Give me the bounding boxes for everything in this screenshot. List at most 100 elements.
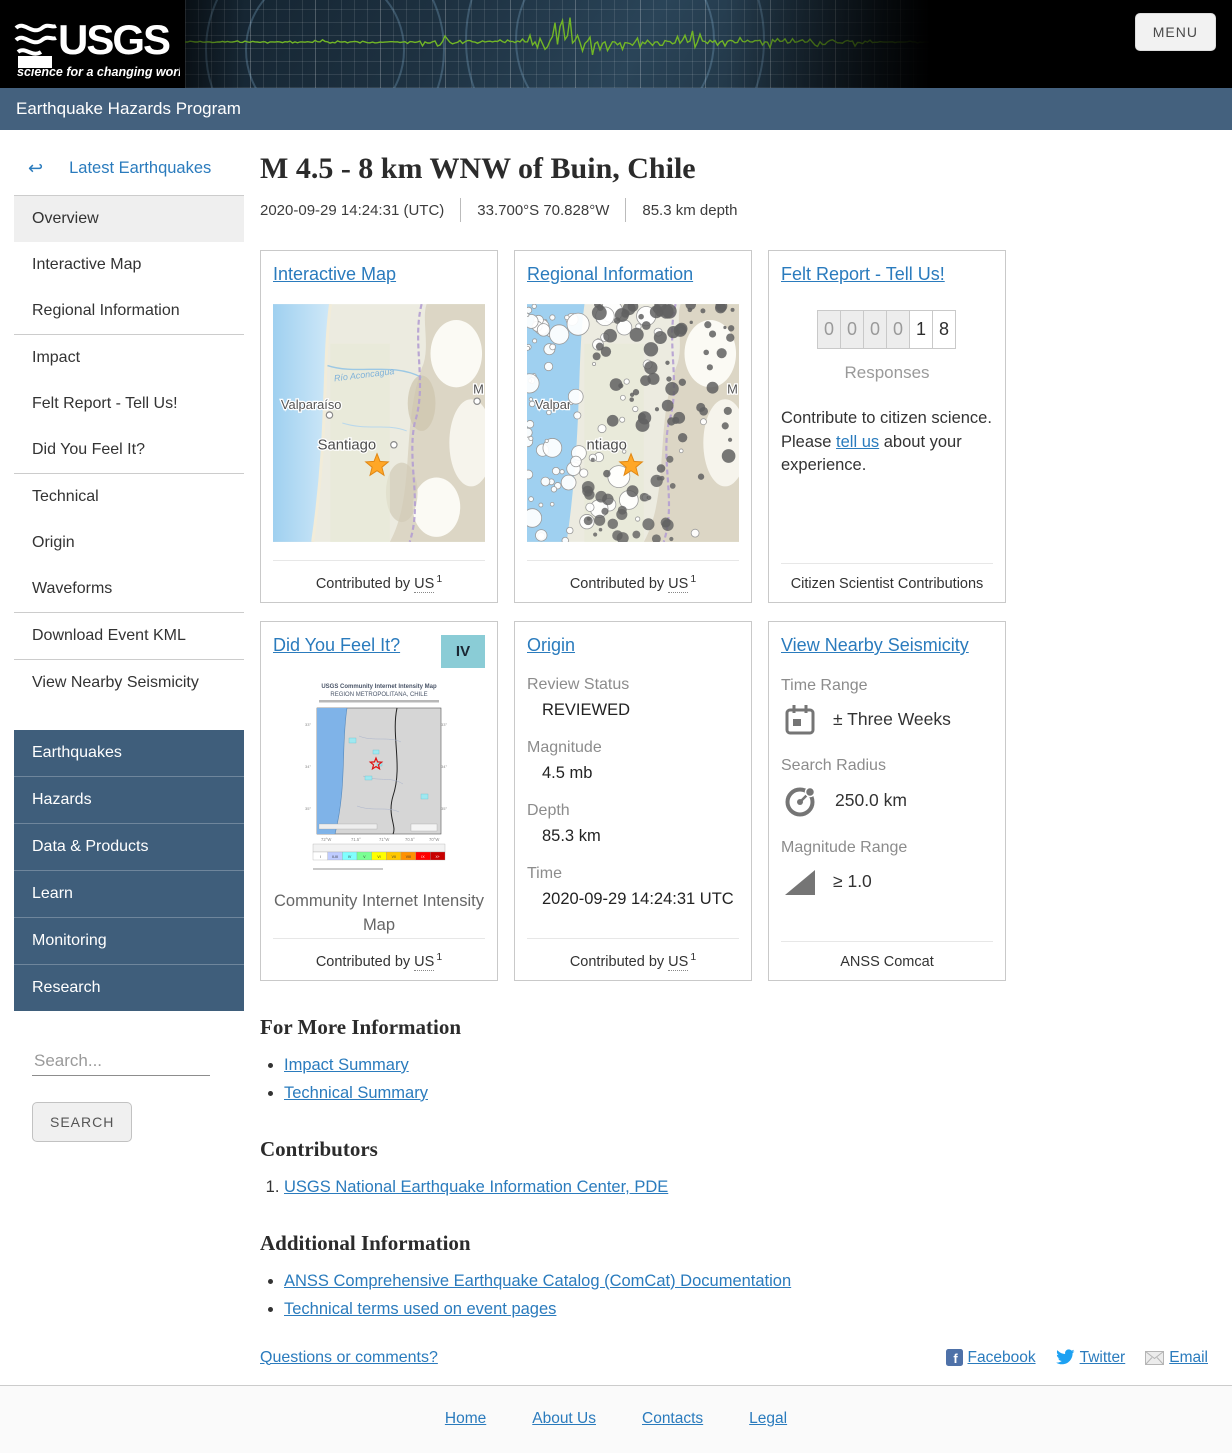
counter-digit: 0 [863, 309, 887, 349]
map-label-valparaiso: Valparaíso [281, 397, 342, 412]
card-interactive-map: Interactive Map Río Aconcagua Valparaíso… [260, 250, 498, 603]
did-you-feel-it-link[interactable]: Did You Feel It? [273, 635, 400, 655]
dyfi-map-thumbnail[interactable]: USGS Community Internet Intensity Map RE… [273, 676, 485, 876]
sitenav-learn[interactable]: Learn [14, 871, 244, 918]
view-nearby-seismicity-link[interactable]: View Nearby Seismicity [781, 635, 969, 655]
tell-us-link[interactable]: tell us [836, 433, 879, 451]
sitenav-data-products[interactable]: Data & Products [14, 824, 244, 871]
review-status-label: Review Status [527, 675, 630, 693]
map-label-santiago: Santiago [318, 437, 377, 453]
card-origin: Origin Review Status REVIEWED Magnitude … [514, 621, 752, 981]
footer-about-link[interactable]: About Us [532, 1410, 596, 1428]
technical-summary-link[interactable]: Technical Summary [284, 1084, 428, 1102]
source-abbr[interactable]: US [414, 576, 435, 593]
impact-summary-link[interactable]: Impact Summary [284, 1056, 409, 1074]
sidebar-item-overview[interactable]: Overview [14, 196, 244, 242]
svg-text:33°: 33° [305, 722, 311, 727]
card-regional-information: Regional Information Valpar ntiago M Con… [514, 250, 752, 603]
usgs-logo-tagline: science for a changing world [17, 65, 180, 79]
sitenav-monitoring[interactable]: Monitoring [14, 918, 244, 965]
twitter-icon[interactable] [1055, 1349, 1075, 1366]
dyfi-thumb-subtitle: REGION METROPOLITANA, CHILE [330, 692, 427, 698]
magnitude-range-label: Magnitude Range [781, 838, 908, 856]
main-content: M 4.5 - 8 km WNW of Buin, Chile 2020-09-… [260, 152, 1208, 1367]
site-nav: Earthquakes Hazards Data & Products Lear… [14, 730, 244, 1011]
list-item: Impact Summary [284, 1056, 1208, 1075]
sidebar-item-felt-report[interactable]: Felt Report - Tell Us! [14, 381, 244, 427]
back-arrow-icon: ↩ [28, 158, 44, 178]
dyfi-thumb-title: USGS Community Internet Intensity Map [321, 684, 437, 690]
seismogram-image [185, 0, 935, 88]
interactive-map-thumbnail[interactable]: Río Aconcagua Valparaíso Santiago M [273, 303, 485, 542]
comcat-documentation-link[interactable]: ANSS Comprehensive Earthquake Catalog (C… [284, 1272, 791, 1290]
svg-text:33°: 33° [441, 722, 447, 727]
time-label: Time [527, 864, 562, 882]
sidebar-item-view-nearby-seismicity[interactable]: View Nearby Seismicity [14, 660, 244, 706]
sitenav-hazards[interactable]: Hazards [14, 777, 244, 824]
origin-link[interactable]: Origin [527, 635, 575, 655]
sidebar-item-did-you-feel-it[interactable]: Did You Feel It? [14, 427, 244, 473]
svg-text:35°: 35° [441, 806, 447, 811]
sidebar-item-technical[interactable]: Technical [14, 474, 244, 520]
list-item: USGS National Earthquake Information Cen… [284, 1178, 1208, 1197]
twitter-link[interactable]: Twitter [1080, 1349, 1126, 1367]
source-abbr[interactable]: US [414, 953, 435, 971]
footer-home-link[interactable]: Home [445, 1410, 486, 1428]
felt-report-link[interactable]: Felt Report - Tell Us! [781, 264, 945, 284]
technical-terms-link[interactable]: Technical terms used on event pages [284, 1300, 556, 1318]
time-range-value: ± Three Weeks [833, 709, 951, 730]
svg-text:II-III: II-III [332, 855, 338, 859]
regional-information-link[interactable]: Regional Information [527, 264, 693, 284]
footer-contacts-link[interactable]: Contacts [642, 1410, 703, 1428]
magnitude-value: 4.5 mb [542, 763, 593, 782]
footer-legal-link[interactable]: Legal [749, 1410, 787, 1428]
seismogram-fade [185, 0, 935, 88]
event-depth: 85.3 km depth [642, 201, 738, 219]
source-abbr[interactable]: US [668, 953, 689, 971]
email-link[interactable]: Email [1169, 1349, 1208, 1367]
svg-text:34°: 34° [441, 764, 447, 769]
counter-digit: 0 [886, 309, 910, 349]
search-input[interactable] [32, 1047, 210, 1076]
facebook-icon[interactable]: f [945, 1349, 963, 1367]
menu-button[interactable]: MENU [1134, 13, 1216, 51]
map-label-truncated-city: M [473, 381, 484, 396]
regional-map-thumbnail[interactable]: Valpar ntiago M [527, 303, 739, 542]
usgs-logo[interactable]: USGS science for a changing world [12, 6, 180, 82]
email-icon[interactable] [1145, 1350, 1165, 1365]
event-coordinates: 33.700°S 70.828°W [477, 201, 610, 219]
card-footer: Contributed by US 1 [273, 937, 485, 971]
contributors-heading: Contributors [260, 1136, 378, 1161]
sitenav-research[interactable]: Research [14, 965, 244, 1011]
sidebar-item-regional-information[interactable]: Regional Information [14, 288, 244, 334]
latest-earthquakes-link[interactable]: Latest Earthquakes [69, 159, 211, 178]
back-to-latest-earthquakes[interactable]: ↩ Latest Earthquakes [14, 152, 244, 195]
card-footer: ANSS Comcat [781, 940, 993, 970]
interactive-map-link[interactable]: Interactive Map [273, 264, 396, 284]
program-banner[interactable]: Earthquake Hazards Program [0, 88, 1232, 130]
svg-text:X+: X+ [436, 855, 440, 859]
additional-info-heading: Additional Information [260, 1230, 471, 1255]
sidebar: ↩ Latest Earthquakes Overview Interactiv… [14, 152, 244, 1142]
sidebar-item-origin[interactable]: Origin [14, 520, 244, 566]
search-button[interactable]: SEARCH [32, 1102, 133, 1142]
responses-label: Responses [844, 362, 930, 382]
sitenav-earthquakes[interactable]: Earthquakes [14, 730, 244, 777]
neic-pde-link[interactable]: USGS National Earthquake Information Cen… [284, 1178, 668, 1196]
counter-digit: 0 [840, 309, 864, 349]
source-abbr[interactable]: US [668, 576, 689, 593]
sidebar-item-download-event-kml[interactable]: Download Event KML [14, 613, 244, 659]
card-felt-report: Felt Report - Tell Us! 0 0 0 0 1 8 Respo… [768, 250, 1006, 603]
facebook-link[interactable]: Facebook [968, 1349, 1036, 1367]
questions-comments-link[interactable]: Questions or comments? [260, 1349, 438, 1367]
magnitude-range-value: ≥ 1.0 [833, 871, 872, 892]
radius-icon [785, 786, 816, 817]
list-item: ANSS Comprehensive Earthquake Catalog (C… [284, 1272, 1208, 1291]
sidebar-item-impact[interactable]: Impact [14, 335, 244, 381]
sidebar-item-waveforms[interactable]: Waveforms [14, 566, 244, 612]
svg-text:35°: 35° [305, 806, 311, 811]
sidebar-item-interactive-map[interactable]: Interactive Map [14, 242, 244, 288]
svg-text:71°W: 71°W [379, 837, 389, 842]
svg-text:72°W: 72°W [321, 837, 331, 842]
